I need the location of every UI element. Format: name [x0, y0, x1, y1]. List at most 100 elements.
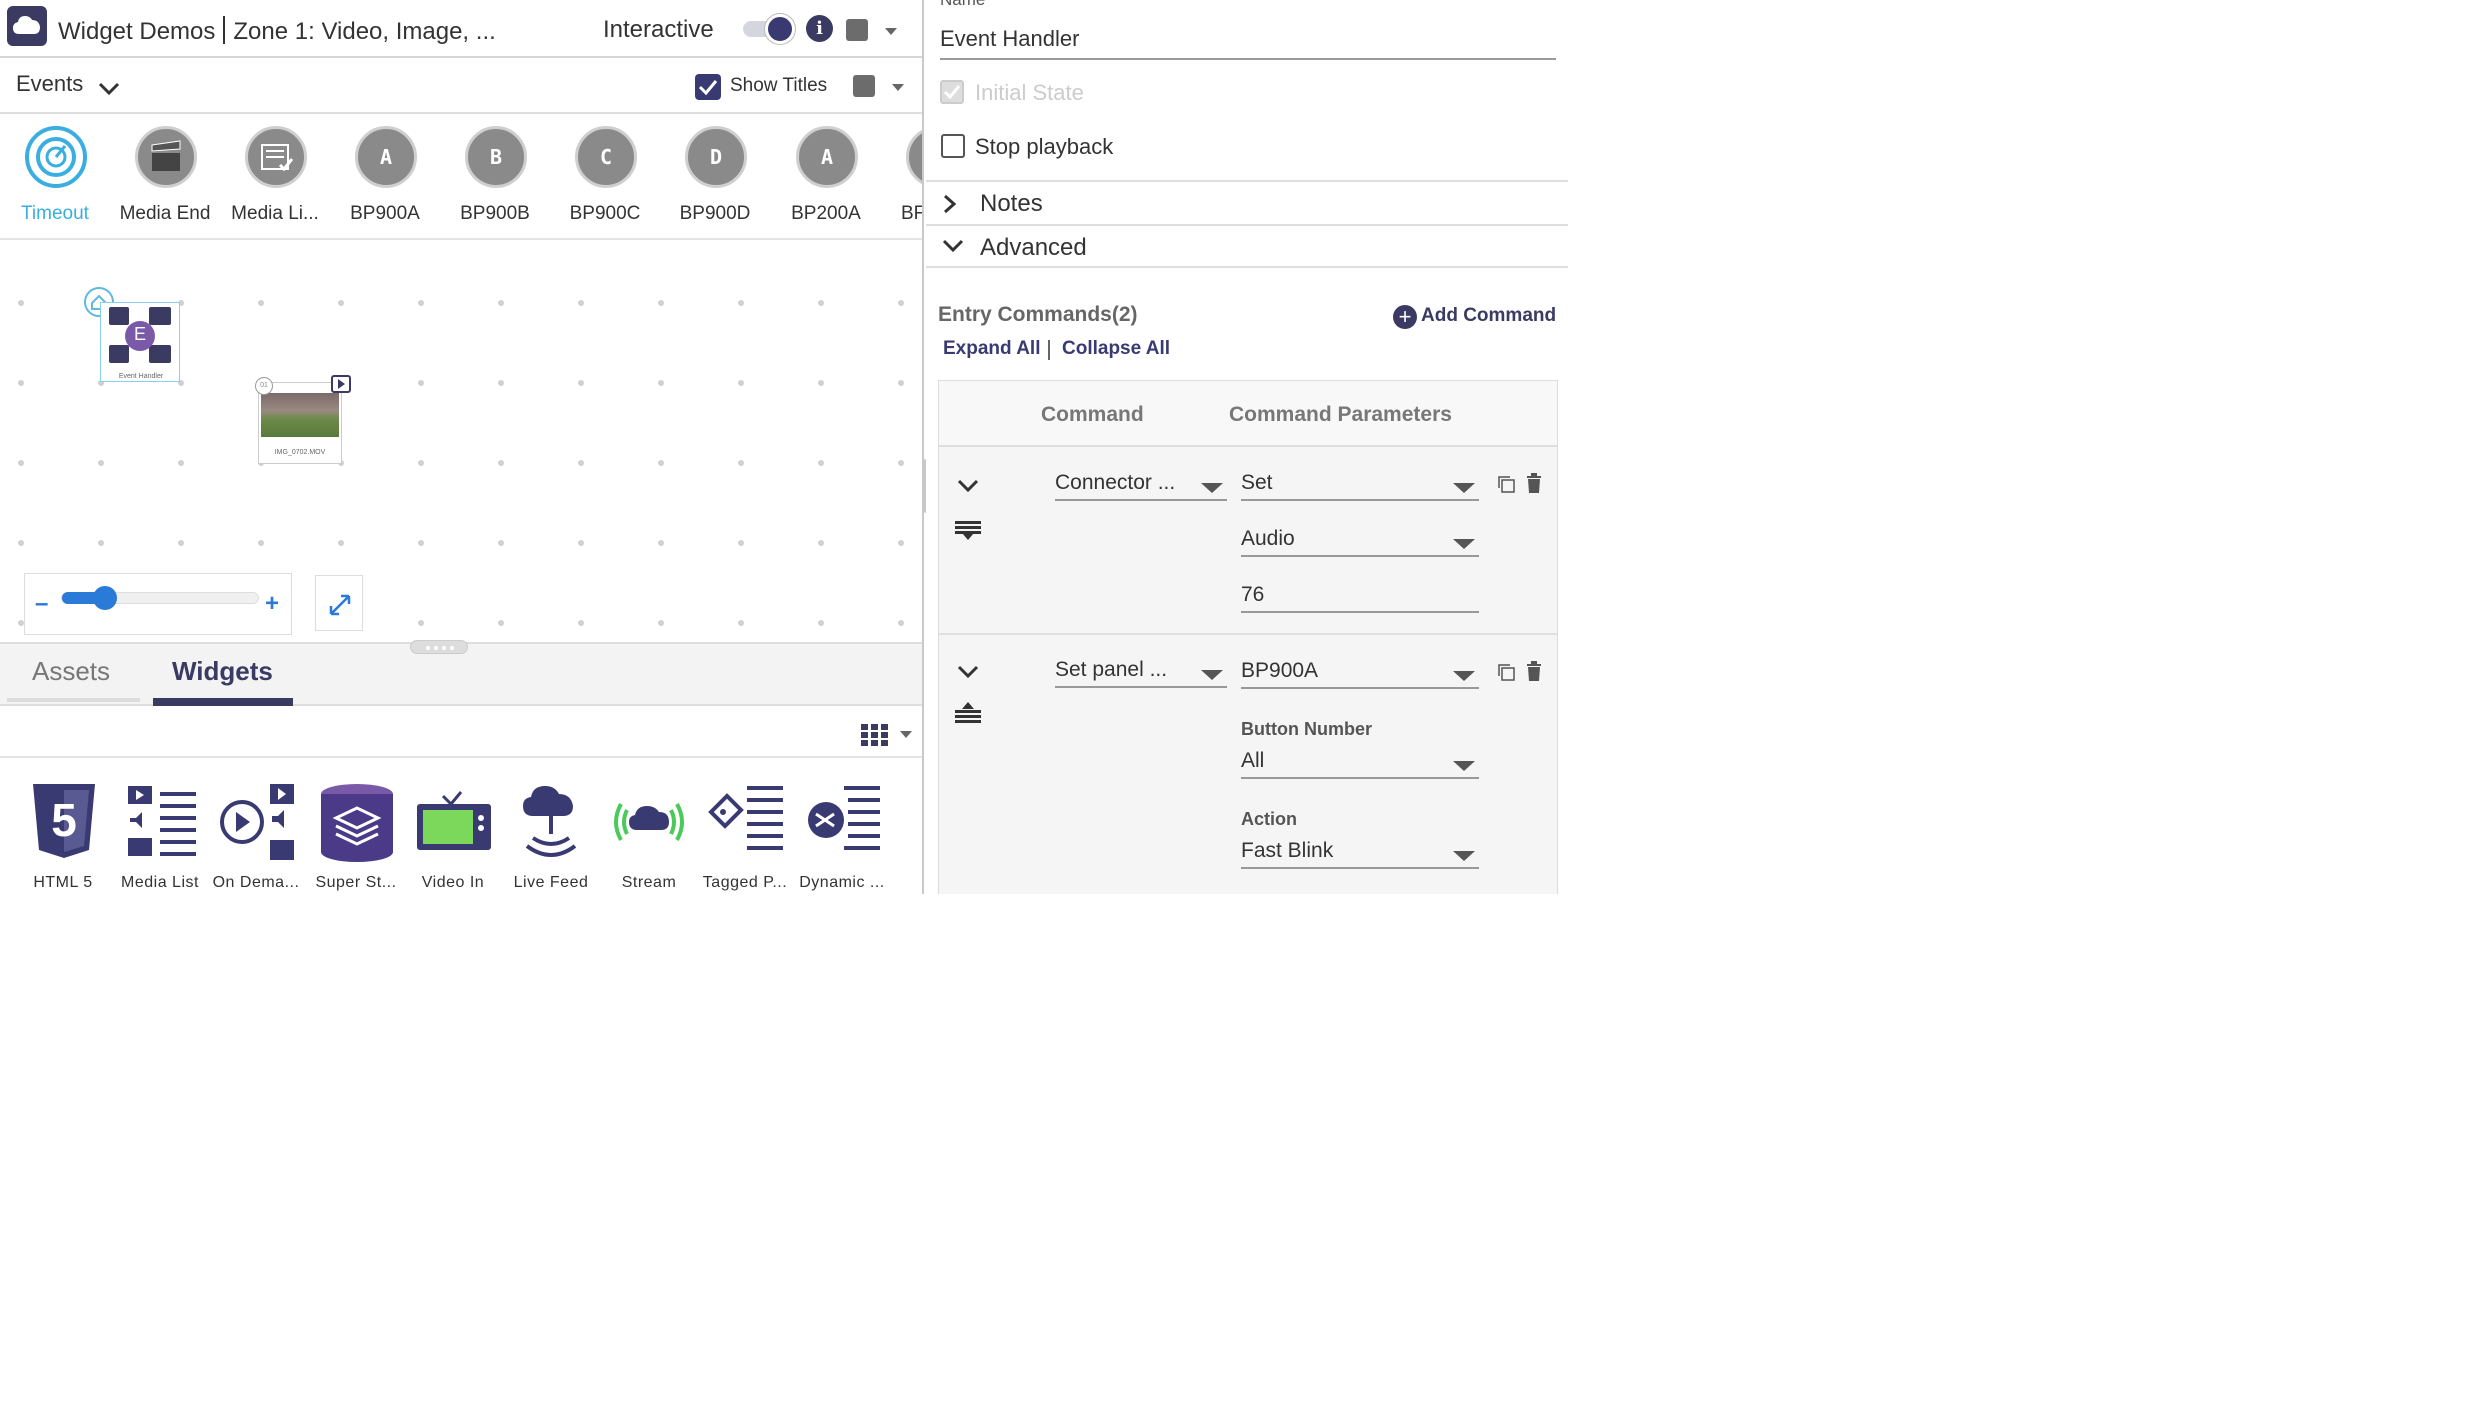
button-number-label: Button Number: [1241, 719, 1372, 739]
notes-section-header[interactable]: Notes: [926, 180, 1568, 224]
button-number-select[interactable]: All: [1241, 747, 1479, 779]
chevron-down-icon[interactable]: [957, 479, 979, 493]
tab-widgets[interactable]: Widgets: [172, 656, 273, 687]
chevron-down-icon: [1201, 670, 1223, 680]
widget-super-state[interactable]: Super St...: [308, 782, 404, 894]
widget-label: Super St...: [315, 874, 397, 891]
widget-media-list[interactable]: Media List: [112, 782, 208, 894]
event-palette: Timeout Media End Media Li... A BP900A B: [0, 116, 922, 240]
app-window: Widget Demos Zone 1: Video, Image, ... In…: [0, 0, 1568, 894]
media-list-icon: [245, 126, 307, 188]
info-icon[interactable]: i: [806, 15, 833, 42]
widget-video-in[interactable]: Video In: [405, 782, 501, 894]
super-state-icon: [321, 784, 393, 862]
chevron-down-icon: [1453, 671, 1475, 681]
video-node[interactable]: IMG_0702.MOV 01: [255, 375, 351, 464]
param-input[interactable]: 76: [1241, 581, 1479, 613]
cloud-logo-icon[interactable]: [7, 6, 47, 46]
zoom-out-button[interactable]: –: [35, 590, 48, 618]
palette-item-bp200a[interactable]: A BP200A: [771, 126, 881, 236]
grid-dot: [898, 540, 904, 546]
grid-dot: [258, 540, 264, 546]
chevron-down-icon: [1453, 483, 1475, 493]
grid-dot: [18, 380, 24, 386]
copy-icon[interactable]: [1495, 473, 1517, 495]
toggle-knob: [765, 14, 795, 44]
copy-icon[interactable]: [1495, 661, 1517, 683]
square-menu-icon[interactable]: [853, 75, 875, 97]
reorder-up-icon[interactable]: [955, 702, 981, 727]
chevron-down-icon[interactable]: [900, 731, 912, 738]
palette-item-bp900c[interactable]: C BP900C: [550, 126, 660, 236]
panel-resize-handle[interactable]: [410, 640, 468, 654]
column-header-parameters: Command Parameters: [1229, 403, 1452, 426]
chevron-down-icon[interactable]: [98, 82, 120, 96]
widget-live-feed[interactable]: Live Feed: [503, 782, 599, 894]
chevron-down-icon[interactable]: [885, 28, 897, 35]
initial-state-label: Initial State: [975, 80, 1084, 105]
tab-assets[interactable]: Assets: [32, 656, 110, 687]
grid-view-icon[interactable]: [861, 724, 889, 746]
table-row: Set panel ... BP900A Button Number All A…: [939, 637, 1557, 894]
action-select[interactable]: Fast Blink: [1241, 837, 1479, 869]
palette-item-bp900b[interactable]: B BP900B: [440, 126, 550, 236]
add-command-button[interactable]: Add Command: [1421, 305, 1556, 327]
top-bar: Widget Demos Zone 1: Video, Image, ... In…: [0, 0, 922, 58]
expand-arrows-icon: [329, 594, 351, 616]
grid-dot: [98, 460, 104, 466]
palette-item-partial[interactable]: BF: [881, 126, 922, 236]
zoom-slider[interactable]: [61, 592, 259, 604]
notes-title: Notes: [980, 190, 1043, 217]
live-feed-icon: [523, 786, 577, 857]
advanced-section-header[interactable]: Advanced: [926, 224, 1568, 268]
active-tab-underline: [153, 698, 293, 706]
zone-name: Zone 1: Video, Image, ...: [233, 18, 496, 45]
event-handler-node[interactable]: E Event Handler: [100, 302, 180, 382]
palette-item-label: BP200A: [791, 203, 861, 224]
palette-item-media-list[interactable]: Media Li...: [220, 126, 330, 236]
palette-item-label: Media End: [119, 203, 211, 224]
interactive-toggle[interactable]: [743, 14, 795, 44]
grid-dot: [898, 300, 904, 306]
param-select[interactable]: Set: [1241, 469, 1479, 501]
param-select[interactable]: Audio: [1241, 525, 1479, 557]
chevron-down-icon[interactable]: [957, 665, 979, 679]
play-icon: [331, 375, 351, 393]
zoom-in-button[interactable]: +: [265, 590, 279, 618]
grid-dot: [738, 380, 744, 386]
reorder-down-icon[interactable]: [955, 521, 981, 541]
zoom-slider-handle[interactable]: [93, 586, 117, 610]
tab-underline: [7, 698, 140, 702]
collapse-all-link[interactable]: Collapse All: [1062, 338, 1170, 360]
expand-all-link[interactable]: Expand All: [943, 338, 1040, 360]
chevron-down-icon: [1453, 539, 1475, 549]
trash-icon[interactable]: [1525, 661, 1543, 683]
name-input[interactable]: Event Handler: [940, 26, 1556, 60]
palette-item-timeout[interactable]: Timeout: [0, 126, 110, 236]
events-dropdown-label[interactable]: Events: [16, 71, 83, 97]
grid-dot: [18, 300, 24, 306]
chevron-down-icon[interactable]: [892, 84, 904, 91]
properties-panel: Name Event Handler Initial State Stop pl…: [926, 0, 1568, 894]
command-select[interactable]: Set panel ...: [1055, 656, 1227, 688]
fit-to-screen-button[interactable]: [315, 575, 363, 631]
palette-item-bp900d[interactable]: D BP900D: [660, 126, 770, 236]
trash-icon[interactable]: [1525, 473, 1543, 495]
command-select[interactable]: Connector ...: [1055, 469, 1227, 501]
plus-circle-icon[interactable]: +: [1393, 305, 1417, 329]
palette-item-media-end[interactable]: Media End: [110, 126, 220, 236]
initial-state-checkbox: [940, 80, 964, 104]
chevron-down-icon: [942, 239, 964, 253]
palette-item-bp900a[interactable]: A BP900A: [330, 126, 440, 236]
widget-html5[interactable]: 5 HTML 5: [15, 782, 111, 894]
show-titles-checkbox[interactable]: [695, 74, 721, 100]
widget-tagged-playlist[interactable]: Tagged P...: [697, 782, 793, 894]
state-canvas[interactable]: E Event Handler IMG_0702.MOV 01 – +: [0, 242, 922, 642]
square-menu-icon[interactable]: [846, 19, 868, 41]
widget-dynamic-playlist[interactable]: Dynamic ...: [794, 782, 890, 894]
param-select[interactable]: BP900A: [1241, 657, 1479, 689]
stream-icon: [614, 803, 684, 841]
stop-playback-checkbox[interactable]: [941, 134, 965, 158]
widget-on-demand[interactable]: On Dema...: [208, 782, 304, 894]
widget-stream[interactable]: Stream: [601, 782, 697, 894]
